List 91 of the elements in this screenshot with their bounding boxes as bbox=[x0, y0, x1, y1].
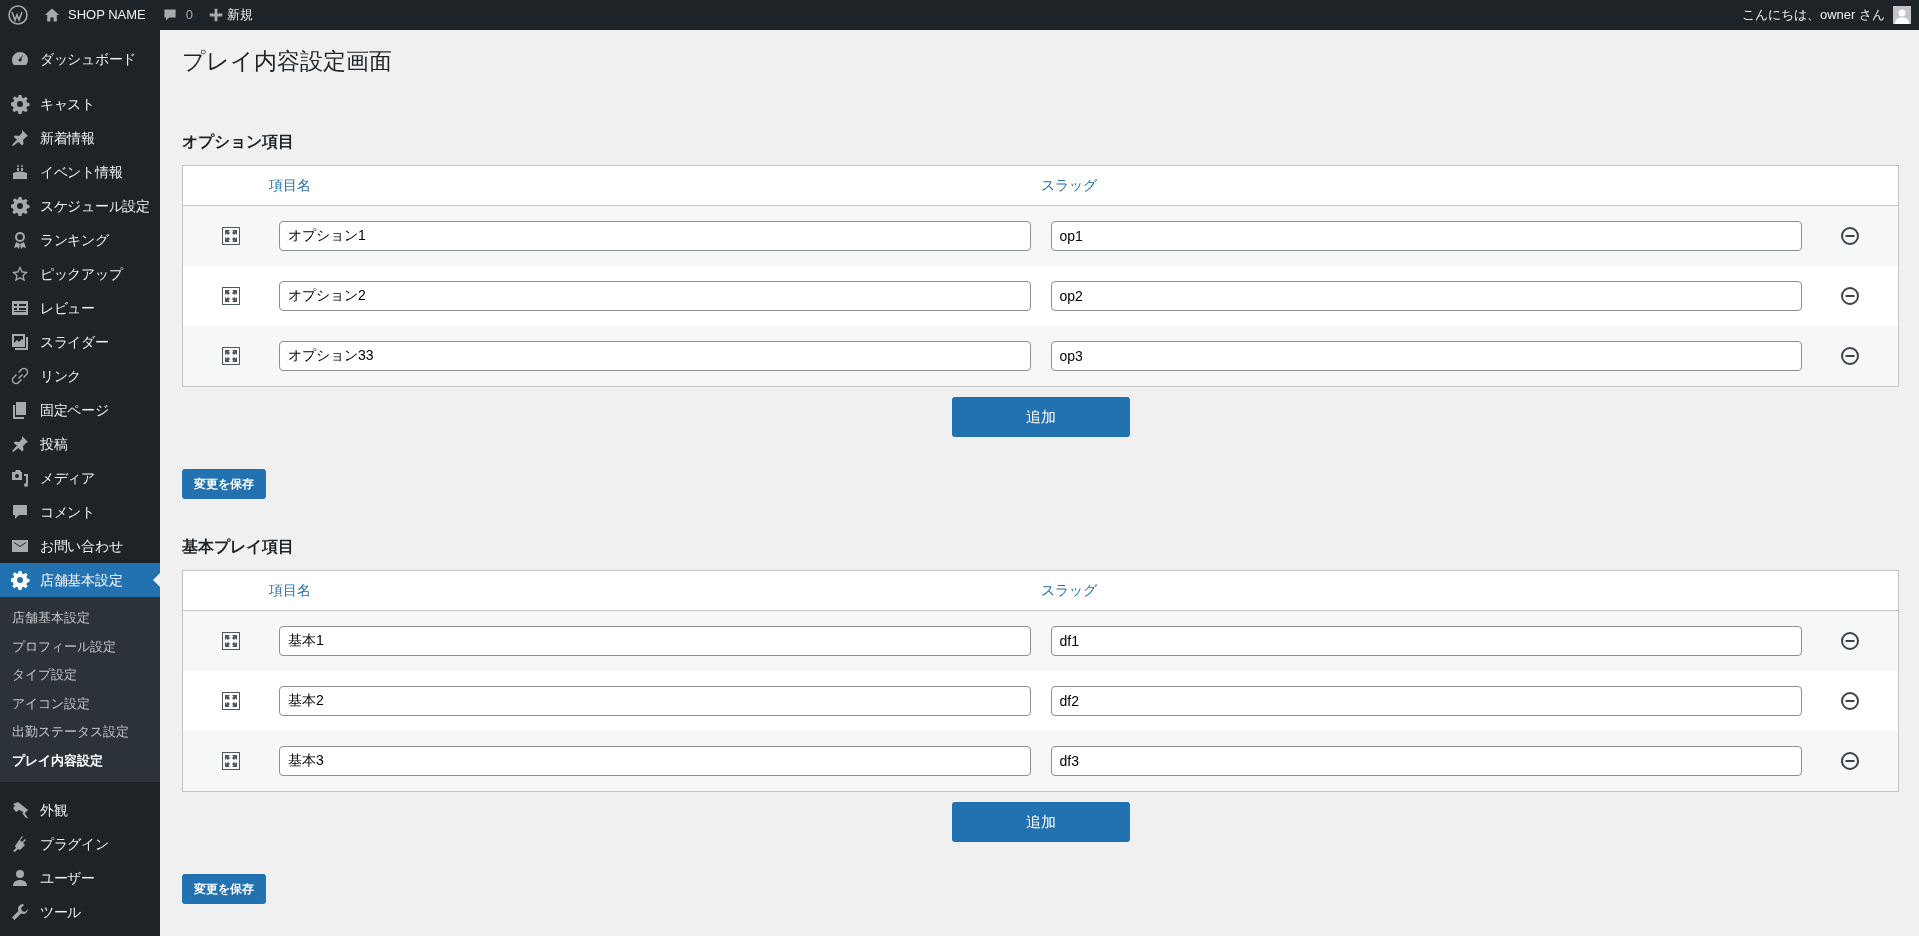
cake-icon bbox=[10, 162, 30, 182]
remove-button[interactable] bbox=[1840, 630, 1860, 651]
new-link[interactable]: 新規 bbox=[209, 5, 253, 25]
link-icon bbox=[10, 366, 30, 386]
name-field[interactable]: 基本2 bbox=[279, 685, 1031, 716]
save-button[interactable]: 変更を保存 bbox=[182, 873, 266, 904]
gear-icon bbox=[10, 570, 30, 590]
slug-field[interactable]: op3 bbox=[1050, 340, 1802, 371]
submenu-item[interactable]: アイコン設定 bbox=[0, 689, 160, 718]
pushpin-icon bbox=[10, 128, 30, 148]
images-icon bbox=[10, 332, 30, 352]
account-link[interactable]: こんにちは、owner さん bbox=[1741, 5, 1911, 25]
remove-button[interactable] bbox=[1840, 750, 1860, 771]
sidebar-item[interactable]: プラグイン bbox=[0, 827, 160, 861]
sidebar-item[interactable]: キャスト bbox=[0, 87, 160, 121]
avatar-icon bbox=[1893, 6, 1911, 24]
drag-handle-icon[interactable] bbox=[222, 691, 240, 710]
name-field[interactable]: 基本3 bbox=[279, 745, 1031, 776]
sidebar-item[interactable]: メディア bbox=[0, 461, 160, 495]
star-icon bbox=[10, 264, 30, 284]
sidebar-item[interactable]: レビュー bbox=[0, 291, 160, 325]
minus-circle-icon bbox=[1840, 225, 1860, 246]
column-header: スラッグ bbox=[1040, 581, 1097, 598]
sidebar-item[interactable]: 固定ページ bbox=[0, 393, 160, 427]
drag-handle-icon[interactable] bbox=[222, 751, 240, 770]
plus-icon bbox=[209, 8, 223, 22]
logo-icon[interactable] bbox=[8, 5, 28, 25]
sidebar-item[interactable]: リンク bbox=[0, 359, 160, 393]
home-icon bbox=[44, 7, 60, 23]
sidebar-item[interactable]: イベント情報 bbox=[0, 155, 160, 189]
page-title: プレイ内容設定画面 bbox=[182, 48, 393, 76]
sidebar-item[interactable]: 新着情報 bbox=[0, 121, 160, 155]
remove-button[interactable] bbox=[1840, 690, 1860, 711]
media-icon bbox=[10, 468, 30, 488]
minus-circle-icon bbox=[1840, 285, 1860, 306]
slug-field[interactable]: op1 bbox=[1050, 220, 1802, 251]
remove-button[interactable] bbox=[1840, 285, 1860, 306]
drag-handle-icon[interactable] bbox=[222, 631, 240, 650]
list-icon bbox=[10, 298, 30, 318]
name-field[interactable]: オプション1 bbox=[279, 220, 1031, 251]
site-name-link[interactable]: SHOP NAME bbox=[44, 5, 146, 25]
name-field[interactable]: 基本1 bbox=[279, 625, 1031, 656]
column-header: スラッグ bbox=[1040, 176, 1097, 193]
speech-bubble-icon bbox=[10, 502, 30, 522]
minus-circle-icon bbox=[1840, 345, 1860, 366]
sidebar-item[interactable]: ツール bbox=[0, 895, 160, 929]
slug-field[interactable]: df2 bbox=[1050, 685, 1802, 716]
sidebar-item[interactable]: ピックアップ bbox=[0, 257, 160, 291]
submenu-item[interactable]: タイプ設定 bbox=[0, 661, 160, 690]
sidebar-item[interactable]: ダッシュボード bbox=[0, 42, 160, 76]
sidebar-item[interactable]: 外観 bbox=[0, 793, 160, 827]
drag-handle-icon[interactable] bbox=[222, 226, 240, 245]
sidebar-item[interactable]: スケジュール設定 bbox=[0, 189, 160, 223]
drag-handle-icon[interactable] bbox=[222, 346, 240, 365]
section-heading: 基本プレイ項目 bbox=[182, 536, 295, 556]
gear-icon bbox=[10, 94, 30, 114]
remove-button[interactable] bbox=[1840, 345, 1860, 366]
column-header: 項目名 bbox=[269, 581, 311, 598]
name-field[interactable]: オプション2 bbox=[279, 280, 1031, 311]
minus-circle-icon bbox=[1840, 690, 1860, 711]
name-field[interactable]: オプション33 bbox=[279, 340, 1031, 371]
minus-circle-icon bbox=[1840, 630, 1860, 651]
sidebar-item[interactable]: お問い合わせ bbox=[0, 529, 160, 563]
sidebar-item[interactable]: ランキング bbox=[0, 223, 160, 257]
slug-field[interactable]: df1 bbox=[1050, 625, 1802, 656]
section-heading: オプション項目 bbox=[182, 131, 295, 151]
add-button[interactable]: 追加 bbox=[951, 801, 1130, 842]
sidebar-item[interactable]: ユーザー bbox=[0, 861, 160, 895]
sidebar-item[interactable]: スライダー bbox=[0, 325, 160, 359]
slug-field[interactable]: op2 bbox=[1050, 280, 1802, 311]
paintbrush-icon bbox=[10, 800, 30, 820]
submenu-item[interactable]: プロフィール設定 bbox=[0, 632, 160, 661]
sidebar-item[interactable]: 投稿 bbox=[0, 427, 160, 461]
speech-bubble-icon bbox=[161, 7, 178, 23]
submenu-item[interactable]: 店舗基本設定 bbox=[0, 604, 160, 633]
wrench-icon bbox=[10, 902, 30, 922]
submenu-item[interactable]: 出勤ステータス設定 bbox=[0, 718, 160, 747]
slug-field[interactable]: df3 bbox=[1050, 745, 1802, 776]
person-icon bbox=[10, 868, 30, 888]
save-button[interactable]: 変更を保存 bbox=[182, 468, 266, 499]
add-button[interactable]: 追加 bbox=[951, 396, 1130, 437]
comments-link[interactable]: 0 bbox=[161, 5, 193, 25]
minus-circle-icon bbox=[1840, 750, 1860, 771]
gear-icon bbox=[10, 196, 30, 216]
remove-button[interactable] bbox=[1840, 225, 1860, 246]
sidebar-item[interactable]: コメント bbox=[0, 495, 160, 529]
submenu-item[interactable]: プレイ内容設定 bbox=[0, 746, 160, 775]
pushpin-icon bbox=[10, 434, 30, 454]
column-header: 項目名 bbox=[269, 176, 311, 193]
sidebar-item[interactable]: 店舗基本設定 bbox=[0, 563, 160, 597]
drag-handle-icon[interactable] bbox=[222, 286, 240, 305]
